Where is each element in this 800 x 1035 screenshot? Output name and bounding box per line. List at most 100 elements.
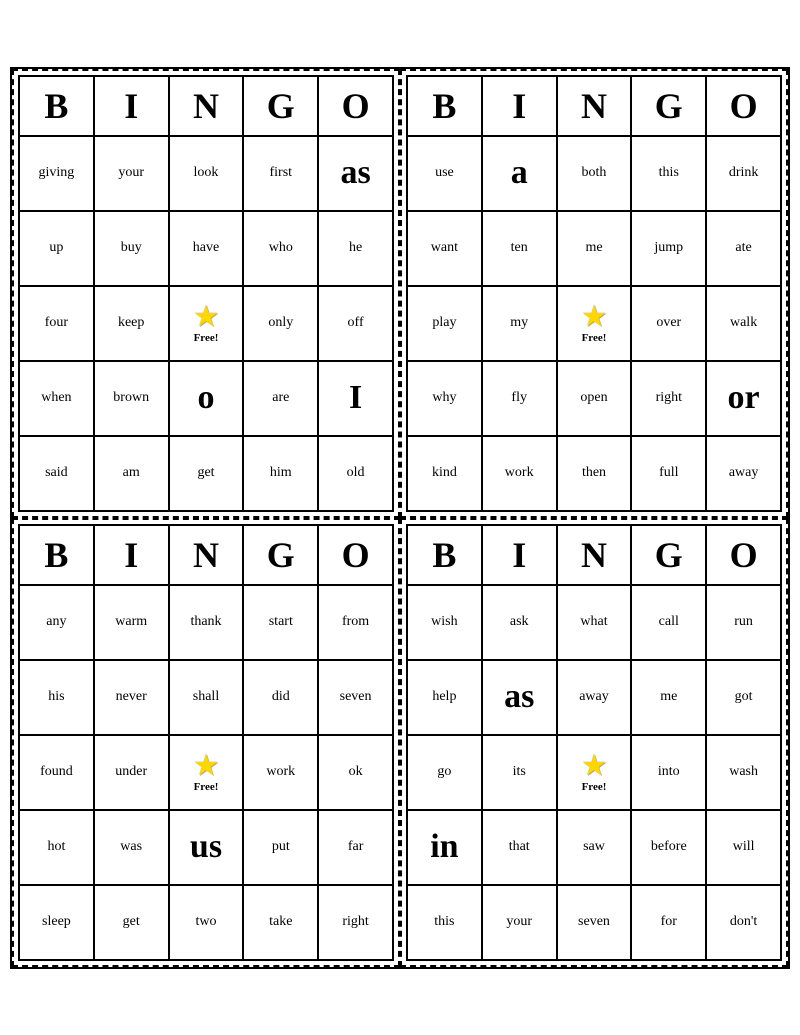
word-cell-3-1: fly: [482, 361, 557, 436]
word-cell-4-3: take: [243, 885, 318, 960]
header-I: I: [94, 525, 169, 585]
word-cell-0-0: giving: [19, 136, 94, 211]
word-cell-3-0: why: [407, 361, 482, 436]
word-cell-1-2: have: [169, 211, 244, 286]
header-I: I: [482, 76, 557, 136]
word-cell-4-0: said: [19, 436, 94, 511]
word-cell-0-0: use: [407, 136, 482, 211]
large-word: as: [340, 154, 370, 191]
header-G: G: [243, 76, 318, 136]
word-cell-1-3: who: [243, 211, 318, 286]
header-O: O: [706, 76, 781, 136]
word-cell-0-0: any: [19, 585, 94, 660]
word-cell-0-2: both: [557, 136, 632, 211]
word-cell-4-1: get: [94, 885, 169, 960]
bingo-page: BINGOgivingyourlookfirstasupbuyhavewhohe…: [10, 67, 790, 969]
word-cell-3-1: was: [94, 810, 169, 885]
word-cell-3-4: will: [706, 810, 781, 885]
free-space: ★Free!: [169, 735, 244, 810]
word-cell-2-4: walk: [706, 286, 781, 361]
word-cell-0-1: your: [94, 136, 169, 211]
word-cell-0-4: as: [318, 136, 393, 211]
free-space: ★Free!: [557, 286, 632, 361]
word-cell-2-4: off: [318, 286, 393, 361]
word-cell-2-3: work: [243, 735, 318, 810]
word-cell-1-0: his: [19, 660, 94, 735]
free-space: ★Free!: [557, 735, 632, 810]
word-cell-3-3: before: [631, 810, 706, 885]
word-cell-2-0: go: [407, 735, 482, 810]
word-cell-2-1: keep: [94, 286, 169, 361]
word-cell-0-1: a: [482, 136, 557, 211]
word-cell-0-3: first: [243, 136, 318, 211]
word-cell-1-4: got: [706, 660, 781, 735]
word-cell-4-3: him: [243, 436, 318, 511]
word-cell-2-3: into: [631, 735, 706, 810]
word-cell-2-1: my: [482, 286, 557, 361]
word-cell-0-3: start: [243, 585, 318, 660]
word-cell-0-0: wish: [407, 585, 482, 660]
word-cell-3-4: or: [706, 361, 781, 436]
header-O: O: [706, 525, 781, 585]
large-word: us: [190, 828, 222, 865]
word-cell-1-2: shall: [169, 660, 244, 735]
free-label: Free!: [582, 332, 607, 344]
word-cell-0-2: what: [557, 585, 632, 660]
header-B: B: [19, 525, 94, 585]
bingo-card-2: BINGOuseaboththisdrinkwanttenmejumpatepl…: [400, 69, 788, 518]
word-cell-1-3: me: [631, 660, 706, 735]
word-cell-3-0: hot: [19, 810, 94, 885]
word-cell-1-0: help: [407, 660, 482, 735]
word-cell-0-2: look: [169, 136, 244, 211]
word-cell-3-3: right: [631, 361, 706, 436]
word-cell-2-4: ok: [318, 735, 393, 810]
large-word: o: [197, 379, 214, 416]
word-cell-2-3: over: [631, 286, 706, 361]
word-cell-1-4: seven: [318, 660, 393, 735]
word-cell-2-0: found: [19, 735, 94, 810]
large-word: a: [511, 154, 528, 191]
bingo-card-3: BINGOanywarmthankstartfromhisnevershalld…: [12, 518, 400, 967]
header-N: N: [169, 76, 244, 136]
word-cell-1-1: ten: [482, 211, 557, 286]
free-label: Free!: [194, 781, 219, 793]
header-I: I: [482, 525, 557, 585]
word-cell-0-4: run: [706, 585, 781, 660]
word-cell-0-4: drink: [706, 136, 781, 211]
header-G: G: [631, 76, 706, 136]
word-cell-4-1: am: [94, 436, 169, 511]
star-icon: ★: [581, 302, 608, 332]
word-cell-4-2: then: [557, 436, 632, 511]
bingo-card-4: BINGOwishaskwhatcallrunhelpasawaymegotgo…: [400, 518, 788, 967]
word-cell-4-2: seven: [557, 885, 632, 960]
word-cell-4-4: away: [706, 436, 781, 511]
word-cell-3-4: far: [318, 810, 393, 885]
header-N: N: [557, 76, 632, 136]
word-cell-4-2: two: [169, 885, 244, 960]
word-cell-1-0: up: [19, 211, 94, 286]
word-cell-0-1: warm: [94, 585, 169, 660]
word-cell-4-4: don't: [706, 885, 781, 960]
word-cell-4-0: sleep: [19, 885, 94, 960]
word-cell-1-4: ate: [706, 211, 781, 286]
header-B: B: [407, 525, 482, 585]
large-word: in: [430, 828, 458, 865]
word-cell-3-2: saw: [557, 810, 632, 885]
word-cell-1-1: never: [94, 660, 169, 735]
word-cell-4-0: this: [407, 885, 482, 960]
word-cell-3-0: in: [407, 810, 482, 885]
free-label: Free!: [194, 332, 219, 344]
word-cell-4-3: for: [631, 885, 706, 960]
word-cell-4-0: kind: [407, 436, 482, 511]
large-word: I: [349, 379, 362, 416]
bingo-card-1: BINGOgivingyourlookfirstasupbuyhavewhohe…: [12, 69, 400, 518]
free-label: Free!: [582, 781, 607, 793]
word-cell-1-3: jump: [631, 211, 706, 286]
word-cell-4-4: old: [318, 436, 393, 511]
word-cell-0-3: this: [631, 136, 706, 211]
header-O: O: [318, 76, 393, 136]
star-icon: ★: [193, 751, 220, 781]
header-B: B: [19, 76, 94, 136]
header-B: B: [407, 76, 482, 136]
word-cell-4-1: work: [482, 436, 557, 511]
